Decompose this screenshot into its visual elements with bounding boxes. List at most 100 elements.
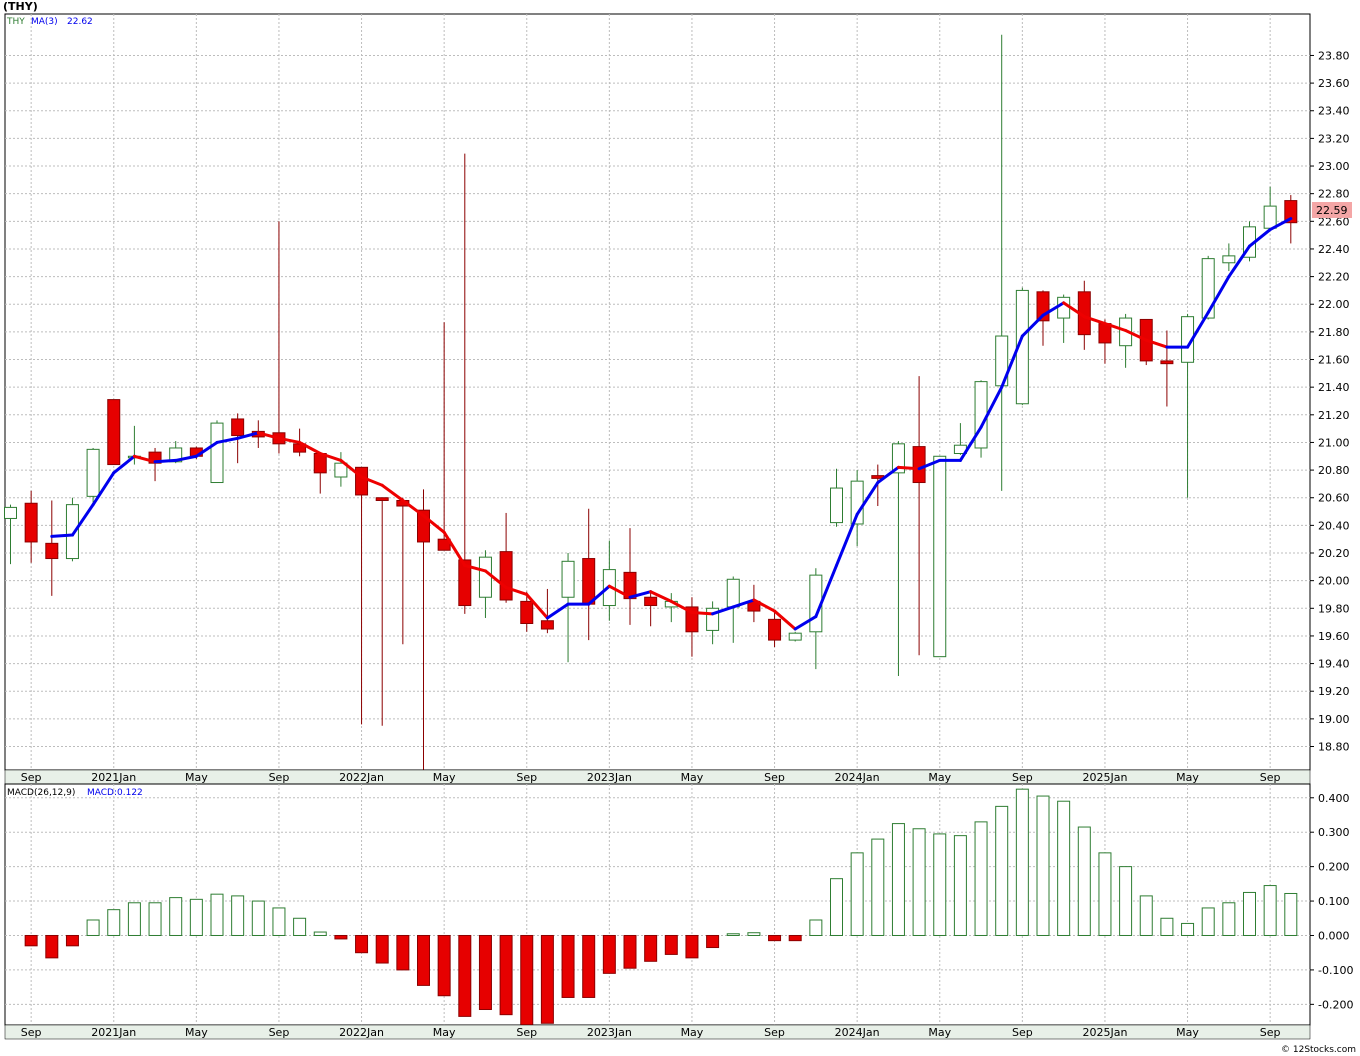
candle xyxy=(210,420,224,484)
candle-body xyxy=(1057,296,1071,319)
macd-bar xyxy=(189,898,203,936)
x-tick-label: May xyxy=(185,1026,208,1039)
macd-bar xyxy=(1201,907,1215,936)
price-panel: 18.80 19.00 19.20 19.40 19.60 19.80 20.00 20.20… xyxy=(4,13,1352,771)
x-tick-label: 2021Jan xyxy=(91,771,136,784)
macd-bar xyxy=(313,931,327,936)
macd-bar xyxy=(396,934,410,971)
macd-tick-label: 0.300 xyxy=(1318,826,1350,839)
macd-bar xyxy=(45,934,59,959)
macd-bar xyxy=(685,934,699,959)
price-tick-label: 19.40 xyxy=(1318,658,1350,671)
price-tick-label: 22.80 xyxy=(1318,188,1350,201)
macd-bar xyxy=(251,900,265,936)
candle-body xyxy=(830,487,843,524)
macd-bar xyxy=(499,934,513,1016)
price-tick-label: 19.00 xyxy=(1318,713,1350,726)
stock-chart: 18.80 19.00 19.20 19.40 19.60 19.80 20.00 20.20… xyxy=(0,0,1360,1056)
x-tick-label: Sep xyxy=(1012,1026,1033,1039)
macd-bar xyxy=(1015,788,1029,936)
macd-bar xyxy=(1057,800,1071,936)
x-tick-label: May xyxy=(185,771,208,784)
candle-body xyxy=(582,558,596,605)
candle-body xyxy=(1263,205,1277,229)
macd-bar xyxy=(953,835,967,936)
candle-body xyxy=(933,455,947,658)
price-tick-label: 18.80 xyxy=(1318,741,1350,754)
candle-body xyxy=(24,502,38,543)
macd-bar xyxy=(1243,891,1256,936)
price-tick-label: 22.00 xyxy=(1318,298,1350,311)
macd-bar xyxy=(1098,852,1112,936)
candle-body xyxy=(1201,258,1215,319)
x-tick-label: 2021Jan xyxy=(91,1026,136,1039)
macd-bar xyxy=(540,934,554,1024)
macd-bar xyxy=(86,919,100,936)
x-tick-label: 2025Jan xyxy=(1082,1026,1127,1039)
x-tick-label: Sep xyxy=(269,1026,290,1039)
candle-body xyxy=(561,560,575,598)
candle-body xyxy=(1160,360,1174,365)
chart-title: (THY) xyxy=(3,0,38,13)
x-tick-label: Sep xyxy=(1260,1026,1281,1039)
price-tick-label: 21.40 xyxy=(1318,381,1350,394)
candle-body xyxy=(912,446,926,484)
candle xyxy=(788,631,802,642)
macd-legend-value: MACD:0.122 xyxy=(87,788,143,798)
price-tick-label: 23.00 xyxy=(1318,160,1350,173)
candle-body xyxy=(540,620,554,630)
macd-bar xyxy=(210,893,224,936)
macd-bar xyxy=(1160,917,1174,936)
macd-bar xyxy=(561,934,575,998)
x-tick-label: 2023Jan xyxy=(587,771,632,784)
macd-bar xyxy=(623,934,637,969)
candle-body xyxy=(231,418,245,437)
last-price-label: 22.59 xyxy=(1316,204,1348,217)
macd-bar xyxy=(478,934,492,1011)
ma-segment xyxy=(896,465,921,471)
macd-bar xyxy=(334,934,348,940)
ma-segment xyxy=(50,533,74,538)
x-tick-label: Sep xyxy=(764,1026,785,1039)
candle-body xyxy=(499,551,513,601)
candle-body xyxy=(86,448,100,497)
macd-tick-label: 0.100 xyxy=(1318,895,1350,908)
ma-segment xyxy=(153,458,178,464)
macd-bar xyxy=(747,932,761,936)
x-tick-label: May xyxy=(928,771,951,784)
candle-body xyxy=(65,504,79,560)
price-tick-label: 23.80 xyxy=(1318,49,1350,62)
watermark: © 12Stocks.com xyxy=(1281,1045,1356,1055)
price-tick-label: 21.60 xyxy=(1318,354,1350,367)
ma-legend: MA(3) xyxy=(31,17,58,27)
price-tick-label: 20.00 xyxy=(1318,575,1350,588)
macd-bar xyxy=(65,934,79,947)
macd-bar xyxy=(107,909,121,936)
x-tick-label: Sep xyxy=(21,1026,42,1039)
macd-tick-label: 0.200 xyxy=(1318,861,1350,874)
x-tick-label: Sep xyxy=(269,771,290,784)
macd-bar xyxy=(1181,922,1195,936)
x-tick-label: May xyxy=(1176,771,1199,784)
candle-body xyxy=(974,381,988,449)
x-tick-label: Sep xyxy=(1012,771,1033,784)
candle-body xyxy=(1222,255,1236,264)
candle-body xyxy=(375,497,389,501)
macd-bar xyxy=(706,934,720,949)
candle-body xyxy=(4,506,17,519)
macd-bar xyxy=(458,934,472,1017)
macd-bar xyxy=(602,934,616,974)
candle xyxy=(933,455,947,658)
x-tick-label: 2024Jan xyxy=(835,1026,880,1039)
macd-bar xyxy=(127,902,141,936)
price-tick-label: 20.60 xyxy=(1318,492,1350,505)
candle-body xyxy=(355,466,369,496)
price-legend-symbol: THY xyxy=(6,17,25,27)
macd-bar xyxy=(1077,826,1091,936)
candle-body xyxy=(644,596,658,607)
macd-bar xyxy=(933,833,947,936)
macd-bar xyxy=(231,895,245,936)
price-plot-frame xyxy=(4,13,1311,771)
price-tick-label: 23.60 xyxy=(1318,77,1350,90)
macd-tick-label: 0.000 xyxy=(1318,929,1350,942)
